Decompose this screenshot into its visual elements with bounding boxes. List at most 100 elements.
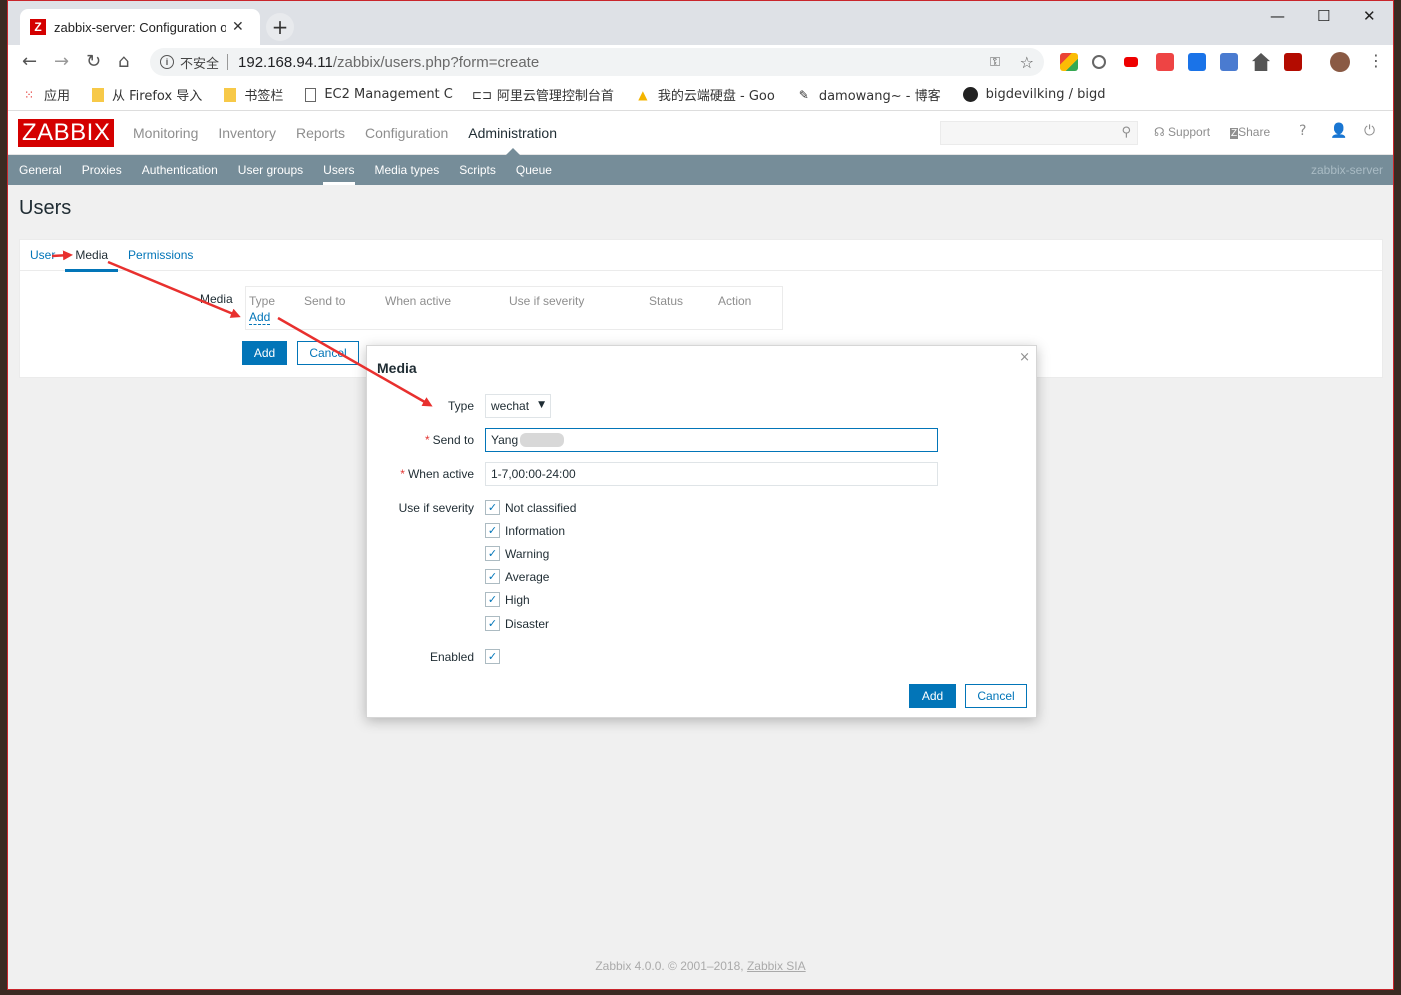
address-bar[interactable]: i 不安全 192.168.94.11/zabbix/users.php?for…	[150, 48, 1044, 76]
bookmark-firefox-import[interactable]: 从 Firefox 导入	[92, 85, 202, 104]
tab-user[interactable]: User	[30, 240, 55, 271]
page-footer: Zabbix 4.0.0. © 2001–2018, Zabbix SIA	[8, 959, 1393, 973]
global-search-input[interactable]: ⚲	[940, 121, 1138, 145]
back-icon[interactable]: ←	[22, 51, 37, 72]
bookmark-label: 从 Firefox 导入	[112, 89, 203, 104]
severity-disaster[interactable]: ✓ Disaster	[485, 616, 549, 631]
menu-configuration[interactable]: Configuration	[365, 111, 448, 155]
extension-chrome-icon[interactable]	[1060, 53, 1078, 71]
bookmark-ec2[interactable]: EC2 Management C	[305, 87, 453, 102]
bookmark-blog[interactable]: ✎ damowang~ - 博客	[797, 85, 941, 105]
zabbix-logo[interactable]: ZABBIX	[18, 119, 115, 147]
menu-administration[interactable]: Administration	[468, 111, 557, 155]
cancel-user-button[interactable]: Cancel	[297, 341, 359, 365]
reload-icon[interactable]: ↻	[86, 51, 101, 72]
server-name: zabbix-server	[1310, 163, 1383, 177]
sign-out-icon[interactable]: ⏻	[1364, 123, 1375, 139]
severity-text: High	[505, 592, 530, 607]
severity-high[interactable]: ✓ High	[485, 592, 530, 607]
extension-pdf-icon[interactable]	[1284, 53, 1302, 71]
submenu-general[interactable]: General	[19, 155, 62, 185]
share-link[interactable]: ZShare	[1230, 125, 1270, 139]
when-active-input[interactable]: 1-7,00:00-24:00	[485, 462, 938, 486]
checkbox-checked-icon[interactable]: ✓	[485, 500, 500, 515]
submenu-proxies[interactable]: Proxies	[82, 155, 122, 185]
bookmark-google-drive[interactable]: ▲ 我的云端硬盘 - Goo	[636, 85, 775, 105]
forward-icon[interactable]: →	[54, 51, 69, 72]
bookmark-bar-folder[interactable]: 书签栏	[224, 85, 283, 104]
submenu-user-groups[interactable]: User groups	[238, 155, 303, 185]
sub-menu: General Proxies Authentication User grou…	[8, 155, 1393, 185]
checkbox-checked-icon[interactable]: ✓	[485, 616, 500, 631]
bookmark-github[interactable]: bigdevilking / bigd	[962, 87, 1106, 102]
extension-bulb-icon[interactable]	[1092, 55, 1106, 69]
window-close-icon[interactable]: ✕	[1363, 7, 1376, 25]
extension-mail-icon[interactable]	[1156, 53, 1174, 71]
share-label: Share	[1238, 125, 1271, 139]
checkbox-checked-icon[interactable]: ✓	[485, 546, 500, 561]
severity-not-classified[interactable]: ✓ Not classified	[485, 500, 576, 515]
bookmark-label: damowang~ - 博客	[818, 89, 941, 104]
dialog-add-button[interactable]: Add	[909, 684, 956, 708]
menu-reports[interactable]: Reports	[296, 111, 345, 155]
footer-link[interactable]: Zabbix SIA	[747, 959, 806, 973]
submenu-users[interactable]: Users	[323, 155, 355, 185]
severity-text: Average	[505, 569, 550, 584]
submenu-scripts[interactable]: Scripts	[459, 155, 496, 185]
severity-average[interactable]: ✓ Average	[485, 569, 549, 584]
submenu-queue[interactable]: Queue	[516, 155, 552, 185]
bookmarks-bar: ⁙ 应用 从 Firefox 导入 书签栏 EC2 Management C ⊏…	[8, 79, 1393, 111]
profile-avatar[interactable]	[1330, 52, 1350, 72]
minimize-icon[interactable]: —	[1270, 7, 1285, 25]
help-icon[interactable]: ?	[1299, 123, 1306, 139]
folder-icon	[92, 87, 105, 102]
bookmark-aliyun[interactable]: ⊏⊐ 阿里云管理控制台首	[472, 85, 614, 105]
send-to-input[interactable]: Yang	[485, 428, 938, 452]
page-title: Users	[19, 197, 72, 219]
extension-translate-icon[interactable]	[1188, 53, 1206, 71]
apps-icon: ⁙	[23, 87, 35, 102]
key-icon[interactable]: ⚿	[990, 55, 1000, 70]
tab-permissions[interactable]: Permissions	[128, 240, 193, 271]
maximize-icon[interactable]: ☐	[1317, 7, 1330, 25]
col-action: Action	[718, 294, 752, 308]
checkbox-checked-icon[interactable]: ✓	[485, 569, 500, 584]
extension-youtube-icon[interactable]	[1124, 57, 1138, 67]
checkbox-checked-icon[interactable]: ✓	[485, 592, 500, 607]
dialog-close-icon[interactable]: ×	[1019, 350, 1030, 365]
site-info-icon[interactable]: i	[160, 55, 174, 69]
url-host: 192.168.94.11	[238, 53, 333, 71]
bookmark-star-icon[interactable]: ☆	[1020, 53, 1034, 72]
menu-monitoring[interactable]: Monitoring	[133, 111, 198, 155]
type-select[interactable]: wechat ▼	[485, 394, 551, 418]
tab-media[interactable]: Media	[65, 240, 118, 272]
browser-tab[interactable]: Z zabbix-server: Configuration o ✕	[20, 9, 260, 45]
menu-inventory[interactable]: Inventory	[218, 111, 276, 155]
support-link[interactable]: ☊ Support	[1154, 125, 1210, 139]
browser-menu-icon[interactable]: ⋮	[1368, 51, 1384, 70]
extension-google-translate-icon[interactable]	[1220, 53, 1238, 71]
home-icon[interactable]: ⌂	[118, 51, 129, 72]
search-icon[interactable]: ⚲	[1121, 125, 1131, 140]
add-user-button[interactable]: Add	[242, 341, 287, 365]
user-profile-icon[interactable]: 👤	[1330, 123, 1347, 139]
tab-close-icon[interactable]: ✕	[232, 19, 244, 35]
when-active-label: * When active	[400, 467, 474, 481]
new-tab-button[interactable]: +	[266, 13, 294, 41]
col-when-active: When active	[385, 294, 452, 308]
bookmark-apps[interactable]: ⁙ 应用	[22, 85, 70, 105]
checkbox-checked-icon[interactable]: ✓	[485, 523, 500, 538]
severity-information[interactable]: ✓ Information	[485, 523, 565, 538]
extension-home-icon[interactable]	[1252, 53, 1270, 71]
required-marker: *	[424, 433, 430, 447]
checkbox-checked-icon[interactable]: ✓	[485, 649, 500, 664]
media-add-link[interactable]: Add	[249, 310, 271, 325]
enabled-label: Enabled	[429, 650, 474, 664]
submenu-media-types[interactable]: Media types	[375, 155, 440, 185]
submenu-authentication[interactable]: Authentication	[142, 155, 218, 185]
type-selected-value: wechat	[491, 399, 530, 413]
col-status: Status	[649, 294, 684, 308]
dialog-cancel-button[interactable]: Cancel	[965, 684, 1027, 708]
enabled-checkbox-row[interactable]: ✓	[485, 649, 505, 664]
severity-warning[interactable]: ✓ Warning	[485, 546, 549, 561]
